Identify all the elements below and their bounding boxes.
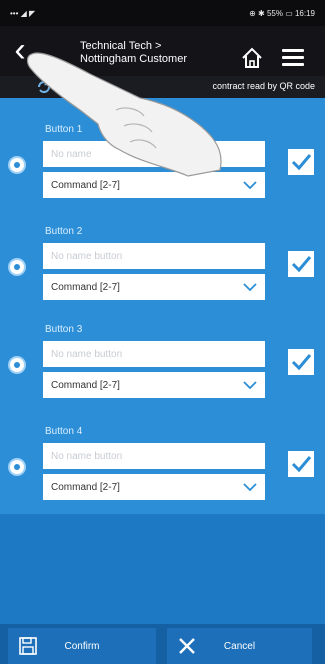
back-arrow-icon[interactable]: ‹ — [6, 33, 34, 67]
chevron-down-icon — [243, 181, 257, 190]
button-label: Button 1 — [45, 124, 83, 135]
chevron-down-icon — [243, 283, 257, 292]
command-select-value: Command [2-7] — [51, 481, 120, 493]
enable-checkbox[interactable] — [288, 149, 314, 175]
chevron-down-icon — [243, 381, 257, 390]
title-line-2: Nottingham Customer — [80, 53, 187, 65]
cancel-label: Cancel — [223, 640, 256, 652]
button-label: Button 2 — [45, 226, 83, 237]
sync-icon[interactable] — [36, 79, 52, 95]
status-bar: ••• ◢ ◤ ⊕ ✱ 55% ▭ 16:19 — [0, 0, 325, 26]
enable-checkbox[interactable] — [288, 451, 314, 477]
radio-icon[interactable] — [10, 260, 24, 274]
close-icon — [179, 638, 195, 654]
radio-icon[interactable] — [10, 460, 24, 474]
sub-header: Re contract read by QR code — [0, 76, 325, 98]
button-config-block: Button 3 Command [2-7] — [0, 324, 325, 424]
chevron-down-icon — [243, 483, 257, 492]
command-select[interactable]: Command [2-7] — [43, 274, 265, 300]
command-select[interactable]: Command [2-7] — [43, 372, 265, 398]
hamburger-menu-icon[interactable] — [282, 49, 304, 67]
button-config-block: Button 4 Command [2-7] — [0, 426, 325, 526]
command-select-value: Command [2-7] — [51, 179, 120, 191]
button-label: Button 4 — [45, 426, 83, 437]
empty-panel-area — [0, 514, 325, 624]
confirm-label: Confirm — [64, 640, 100, 652]
status-right: ⊕ ✱ 55% ▭ 16:19 — [249, 8, 315, 18]
command-select-value: Command [2-7] — [51, 379, 120, 391]
radio-icon[interactable] — [10, 358, 24, 372]
command-select[interactable]: Command [2-7] — [43, 172, 265, 198]
page-title: Technical Tech > Nottingham Customer — [80, 40, 187, 66]
command-select[interactable]: Command [2-7] — [43, 474, 265, 500]
cancel-button[interactable]: Cancel — [167, 628, 312, 664]
confirm-button[interactable]: Confirm — [8, 628, 156, 664]
home-icon[interactable] — [240, 46, 264, 70]
button-name-input[interactable] — [43, 141, 265, 167]
save-icon — [19, 637, 37, 655]
button-label: Button 3 — [45, 324, 83, 335]
app-header: ‹ Technical Tech > Nottingham Customer — [0, 26, 325, 76]
button-name-input[interactable] — [43, 443, 265, 469]
radio-icon[interactable] — [10, 158, 24, 172]
enable-checkbox[interactable] — [288, 251, 314, 277]
status-left: ••• ◢ ◤ — [10, 8, 36, 18]
button-config-block: Button 1 Command [2-7] — [0, 124, 325, 224]
button-name-input[interactable] — [43, 341, 265, 367]
button-name-input[interactable] — [43, 243, 265, 269]
enable-checkbox[interactable] — [288, 349, 314, 375]
title-line-1: Technical Tech > — [80, 40, 162, 52]
button-config-block: Button 2 Command [2-7] — [0, 226, 325, 326]
action-footer: Confirm Cancel — [0, 624, 325, 664]
subheader-left-text: Re — [60, 81, 72, 91]
subheader-right-text: contract read by QR code — [212, 81, 315, 91]
command-select-value: Command [2-7] — [51, 281, 120, 293]
